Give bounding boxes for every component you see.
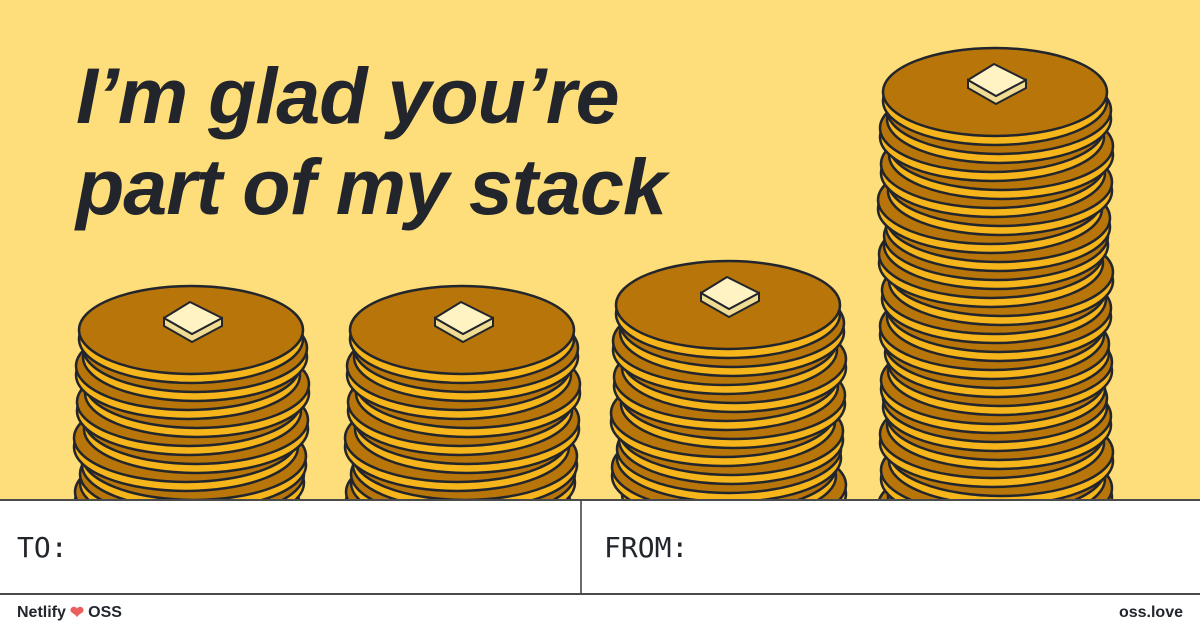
pancake-stack-3 bbox=[609, 259, 848, 499]
headline-line-1: I’m glad you’re bbox=[76, 51, 620, 140]
from-field: FROM: bbox=[584, 501, 1200, 593]
pancake-stack-4 bbox=[876, 46, 1115, 499]
illustration-area: I’m glad you’re part of my stack bbox=[0, 0, 1200, 499]
from-input[interactable] bbox=[700, 516, 1184, 578]
brand: Netlify ❤ OSS bbox=[17, 604, 122, 622]
headline-line-2: part of my stack bbox=[76, 142, 667, 231]
footer: Netlify ❤ OSS oss.love bbox=[0, 595, 1200, 630]
heart-icon: ❤ bbox=[69, 603, 85, 622]
to-input[interactable] bbox=[79, 516, 564, 578]
site-link[interactable]: oss.love bbox=[1119, 604, 1183, 622]
pancake-stack-1 bbox=[72, 284, 311, 499]
to-field: TO: bbox=[0, 501, 582, 593]
headline: I’m glad you’re part of my stack bbox=[76, 50, 667, 232]
brand-netlify: Netlify bbox=[17, 604, 66, 621]
from-label: FROM: bbox=[604, 530, 689, 564]
to-label: TO: bbox=[17, 530, 68, 564]
brand-oss: OSS bbox=[88, 604, 122, 621]
valentine-card: I’m glad you’re part of my stack TO: FRO… bbox=[0, 0, 1200, 630]
pancake-stack-2 bbox=[343, 284, 582, 499]
address-fields: TO: FROM: bbox=[0, 499, 1200, 595]
